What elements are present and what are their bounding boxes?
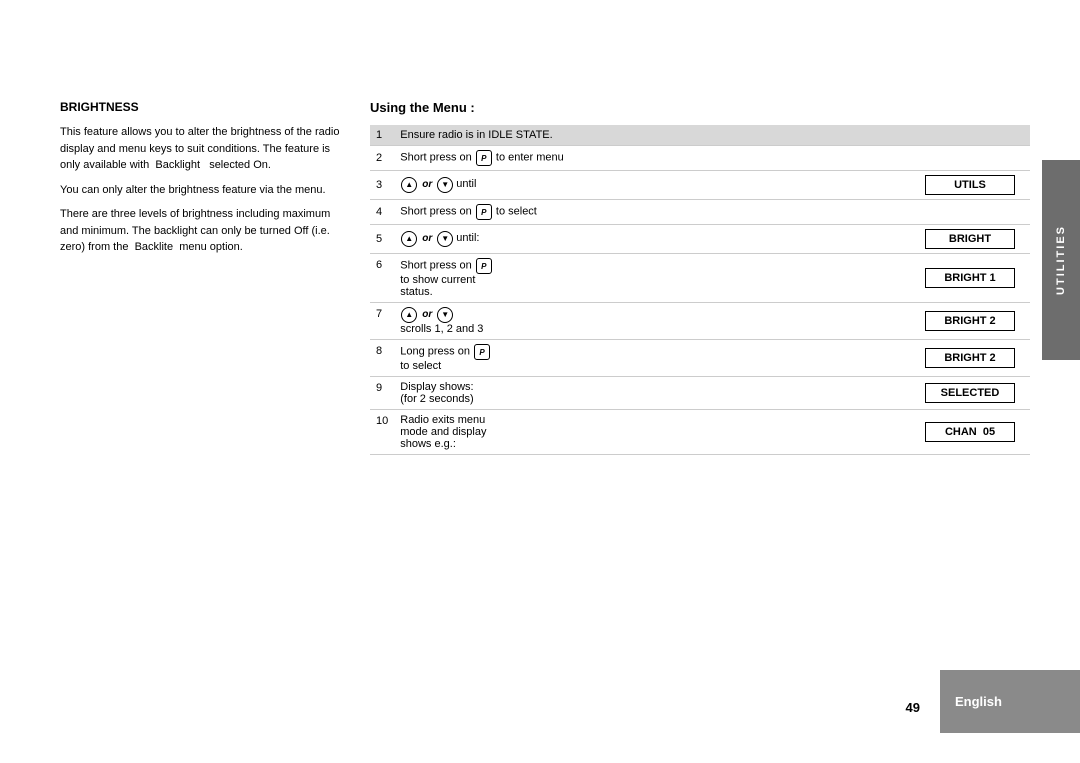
step-desc: ▲ or ▼ until: bbox=[394, 225, 910, 254]
display-box: CHAN 05 bbox=[925, 422, 1015, 442]
step-display: BRIGHT 1 bbox=[910, 254, 1030, 303]
step-display: BRIGHT bbox=[910, 225, 1030, 254]
step-sub-text: scrolls 1, 2 and 3 bbox=[400, 323, 904, 335]
english-tab-label: English bbox=[955, 694, 1002, 709]
down-arrow-icon: ▼ bbox=[437, 177, 453, 193]
down-arrow-icon: ▼ bbox=[437, 231, 453, 247]
step-num: 1 bbox=[370, 125, 394, 146]
steps-table: 1 Ensure radio is in IDLE STATE. 2 Short… bbox=[370, 125, 1030, 455]
p-icon: P bbox=[474, 344, 490, 360]
step-desc: Short press on P to enter menu bbox=[394, 146, 1030, 171]
display-box: BRIGHT 2 bbox=[925, 311, 1015, 331]
down-arrow-icon: ▼ bbox=[437, 307, 453, 323]
utilities-tab: UTILITIES bbox=[1042, 160, 1080, 360]
brightness-para-2: You can only alter the brightness featur… bbox=[60, 182, 340, 199]
content-area: BRIGHTNESS This feature allows you to al… bbox=[60, 100, 1030, 643]
or-text: or bbox=[422, 308, 432, 322]
step-icon-row: ▲ or ▼ bbox=[400, 307, 904, 323]
step-display: CHAN 05 bbox=[910, 410, 1030, 455]
step-num: 2 bbox=[370, 146, 394, 171]
table-row: 9 Display shows: (for 2 seconds) SELECTE… bbox=[370, 377, 1030, 410]
or-text: or bbox=[422, 178, 432, 192]
brightness-para-1: This feature allows you to alter the bri… bbox=[60, 124, 340, 174]
brightness-title: BRIGHTNESS bbox=[60, 100, 340, 114]
table-row: 6 Short press on P to show currentstatus… bbox=[370, 254, 1030, 303]
or-text: or bbox=[422, 232, 432, 246]
step-desc: Ensure radio is in IDLE STATE. bbox=[394, 125, 1030, 146]
step-num: 5 bbox=[370, 225, 394, 254]
step-icon-row: ▲ or ▼ until bbox=[400, 177, 904, 193]
display-box: UTILS bbox=[925, 175, 1015, 195]
step-num: 6 bbox=[370, 254, 394, 303]
step-display: BRIGHT 2 bbox=[910, 303, 1030, 340]
table-row: 4 Short press on P to select bbox=[370, 200, 1030, 225]
brightness-para-3: There are three levels of brightness inc… bbox=[60, 206, 340, 256]
step-num: 10 bbox=[370, 410, 394, 455]
step-desc: Radio exits menu mode and display shows … bbox=[394, 410, 910, 455]
step-desc: Short press on P to show currentstatus. bbox=[394, 254, 910, 303]
table-row: 10 Radio exits menu mode and display sho… bbox=[370, 410, 1030, 455]
step-icon-row: ▲ or ▼ until: bbox=[400, 231, 904, 247]
up-arrow-icon: ▲ bbox=[401, 307, 417, 323]
step-num: 7 bbox=[370, 303, 394, 340]
table-row: 2 Short press on P to enter menu bbox=[370, 146, 1030, 171]
page-container: UTILITIES English 49 BRIGHTNESS This fea… bbox=[0, 0, 1080, 763]
display-box: BRIGHT 2 bbox=[925, 348, 1015, 368]
brightness-body: This feature allows you to alter the bri… bbox=[60, 124, 340, 256]
display-box: SELECTED bbox=[925, 383, 1015, 403]
step-display: BRIGHT 2 bbox=[910, 340, 1030, 377]
menu-title: Using the Menu : bbox=[370, 100, 1030, 115]
step-desc: ▲ or ▼ until bbox=[394, 171, 910, 200]
step-desc: Long press on P to select bbox=[394, 340, 910, 377]
step-desc: Display shows: (for 2 seconds) bbox=[394, 377, 910, 410]
up-arrow-icon: ▲ bbox=[401, 177, 417, 193]
display-box: BRIGHT bbox=[925, 229, 1015, 249]
up-arrow-icon: ▲ bbox=[401, 231, 417, 247]
p-icon: P bbox=[476, 204, 492, 220]
table-row: 8 Long press on P to select BRIGHT 2 bbox=[370, 340, 1030, 377]
step-num: 9 bbox=[370, 377, 394, 410]
table-row: 3 ▲ or ▼ until UTILS bbox=[370, 171, 1030, 200]
step-desc: Short press on P to select bbox=[394, 200, 1030, 225]
step-desc: ▲ or ▼ scrolls 1, 2 and 3 bbox=[394, 303, 910, 340]
p-icon: P bbox=[476, 258, 492, 274]
page-number: 49 bbox=[906, 700, 920, 715]
step-num: 3 bbox=[370, 171, 394, 200]
p-icon: P bbox=[476, 150, 492, 166]
step-num: 4 bbox=[370, 200, 394, 225]
table-row: 1 Ensure radio is in IDLE STATE. bbox=[370, 125, 1030, 146]
utilities-tab-label: UTILITIES bbox=[1055, 225, 1067, 295]
display-box: BRIGHT 1 bbox=[925, 268, 1015, 288]
left-column: BRIGHTNESS This feature allows you to al… bbox=[60, 100, 340, 643]
step-display: SELECTED bbox=[910, 377, 1030, 410]
step-num: 8 bbox=[370, 340, 394, 377]
right-column: Using the Menu : 1 Ensure radio is in ID… bbox=[370, 100, 1030, 643]
table-row: 7 ▲ or ▼ scrolls 1, 2 and 3 BRIGHT 2 bbox=[370, 303, 1030, 340]
step-text: until bbox=[456, 177, 476, 192]
english-tab: English bbox=[940, 670, 1080, 733]
step-display: UTILS bbox=[910, 171, 1030, 200]
table-row: 5 ▲ or ▼ until: BRIGHT bbox=[370, 225, 1030, 254]
step-text: until: bbox=[456, 231, 479, 246]
